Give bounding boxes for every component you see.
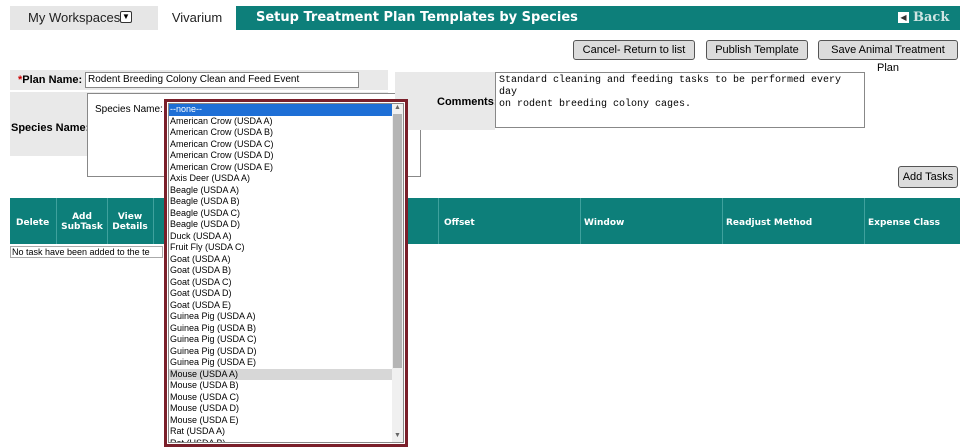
species-option[interactable]: Goat (USDA A) [169, 254, 403, 266]
add-tasks-button[interactable]: Add Tasks [898, 166, 958, 188]
col-readjust-method: Readjust Method [726, 218, 813, 228]
publish-template-button[interactable]: Publish Template [706, 40, 808, 60]
header-divider [107, 198, 108, 244]
species-option[interactable]: Guinea Pig (USDA B) [169, 323, 403, 335]
col-window: Window [584, 218, 625, 228]
species-option[interactable]: Rat (USDA A) [169, 426, 403, 438]
back-label: Back [913, 10, 950, 25]
header-divider [56, 198, 57, 244]
empty-table-message: No task have been added to the te [10, 246, 163, 258]
species-option[interactable]: American Crow (USDA C) [169, 139, 403, 151]
species-option[interactable]: Duck (USDA A) [169, 231, 403, 243]
my-workspaces-label: My Workspaces [28, 10, 121, 25]
species-option[interactable]: Beagle (USDA D) [169, 219, 403, 231]
species-option[interactable]: Rat (USDA B) [169, 438, 403, 443]
species-option[interactable]: Goat (USDA C) [169, 277, 403, 289]
header-divider [722, 198, 723, 244]
scroll-down-icon[interactable]: ▼ [392, 432, 403, 439]
species-option[interactable]: Mouse (USDA A) [169, 368, 403, 380]
species-section-label: Species Name: [11, 122, 90, 134]
back-arrow-icon: ◀ [898, 12, 909, 23]
header-divider [864, 198, 865, 244]
species-option[interactable]: Guinea Pig (USDA D) [169, 346, 403, 358]
species-option[interactable]: American Crow (USDA D) [169, 150, 403, 162]
col-delete: Delete [16, 218, 50, 228]
scrollbar-thumb[interactable] [393, 114, 402, 368]
species-option[interactable]: --none-- [169, 104, 403, 116]
plan-name-label-text: Plan Name: [22, 74, 83, 86]
header-divider [153, 198, 154, 244]
species-option[interactable]: Goat (USDA E) [169, 300, 403, 312]
cancel-return-button[interactable]: Cancel- Return to list [573, 40, 695, 60]
species-option[interactable]: Mouse (USDA E) [169, 415, 403, 427]
header-divider [438, 198, 439, 244]
plan-name-label: *Plan Name: [18, 74, 82, 86]
col-offset: Offset [444, 218, 475, 228]
species-option[interactable]: Goat (USDA D) [169, 288, 403, 300]
comments-textarea[interactable]: Standard cleaning and feeding tasks to b… [495, 72, 865, 128]
species-option[interactable]: Mouse (USDA D) [169, 403, 403, 415]
vivarium-tab[interactable]: Vivarium [158, 6, 236, 30]
species-option[interactable]: Guinea Pig (USDA C) [169, 334, 403, 346]
col-view-details: View Details [112, 212, 148, 232]
species-option[interactable]: Guinea Pig (USDA A) [169, 311, 403, 323]
col-expense-class: Expense Class [868, 218, 940, 228]
species-option[interactable]: Goat (USDA B) [169, 265, 403, 277]
species-option[interactable]: Mouse (USDA C) [169, 392, 403, 404]
species-option[interactable]: Axis Deer (USDA A) [169, 173, 403, 185]
species-option[interactable]: American Crow (USDA A) [169, 116, 403, 128]
species-option[interactable]: Beagle (USDA C) [169, 208, 403, 220]
header-divider [580, 198, 581, 244]
species-option[interactable]: Fruit Fly (USDA C) [169, 242, 403, 254]
chevron-down-icon[interactable]: ▼ [120, 11, 132, 23]
plan-name-input[interactable]: Rodent Breeding Colony Clean and Feed Ev… [85, 72, 359, 88]
species-select-list[interactable]: --none-- American Crow (USDA A) American C… [168, 103, 404, 443]
species-option[interactable]: Beagle (USDA A) [169, 185, 403, 197]
species-inner-label: Species Name: [95, 104, 163, 115]
page-title: Setup Treatment Plan Templates by Specie… [256, 10, 578, 25]
species-option[interactable]: Beagle (USDA B) [169, 196, 403, 208]
species-option[interactable]: American Crow (USDA B) [169, 127, 403, 139]
col-add-subtask: Add SubTask [61, 212, 103, 232]
save-plan-button[interactable]: Save Animal Treatment Plan [818, 40, 958, 74]
back-button[interactable]: ◀ Back [898, 6, 949, 30]
scroll-up-icon[interactable]: ▲ [392, 104, 403, 111]
my-workspaces-menu[interactable]: My Workspaces [10, 6, 158, 30]
species-option[interactable]: Mouse (USDA B) [169, 380, 403, 392]
species-option[interactable]: Guinea Pig (USDA E) [169, 357, 403, 369]
species-option[interactable]: American Crow (USDA E) [169, 162, 403, 174]
comments-label: Comments: [437, 96, 498, 108]
